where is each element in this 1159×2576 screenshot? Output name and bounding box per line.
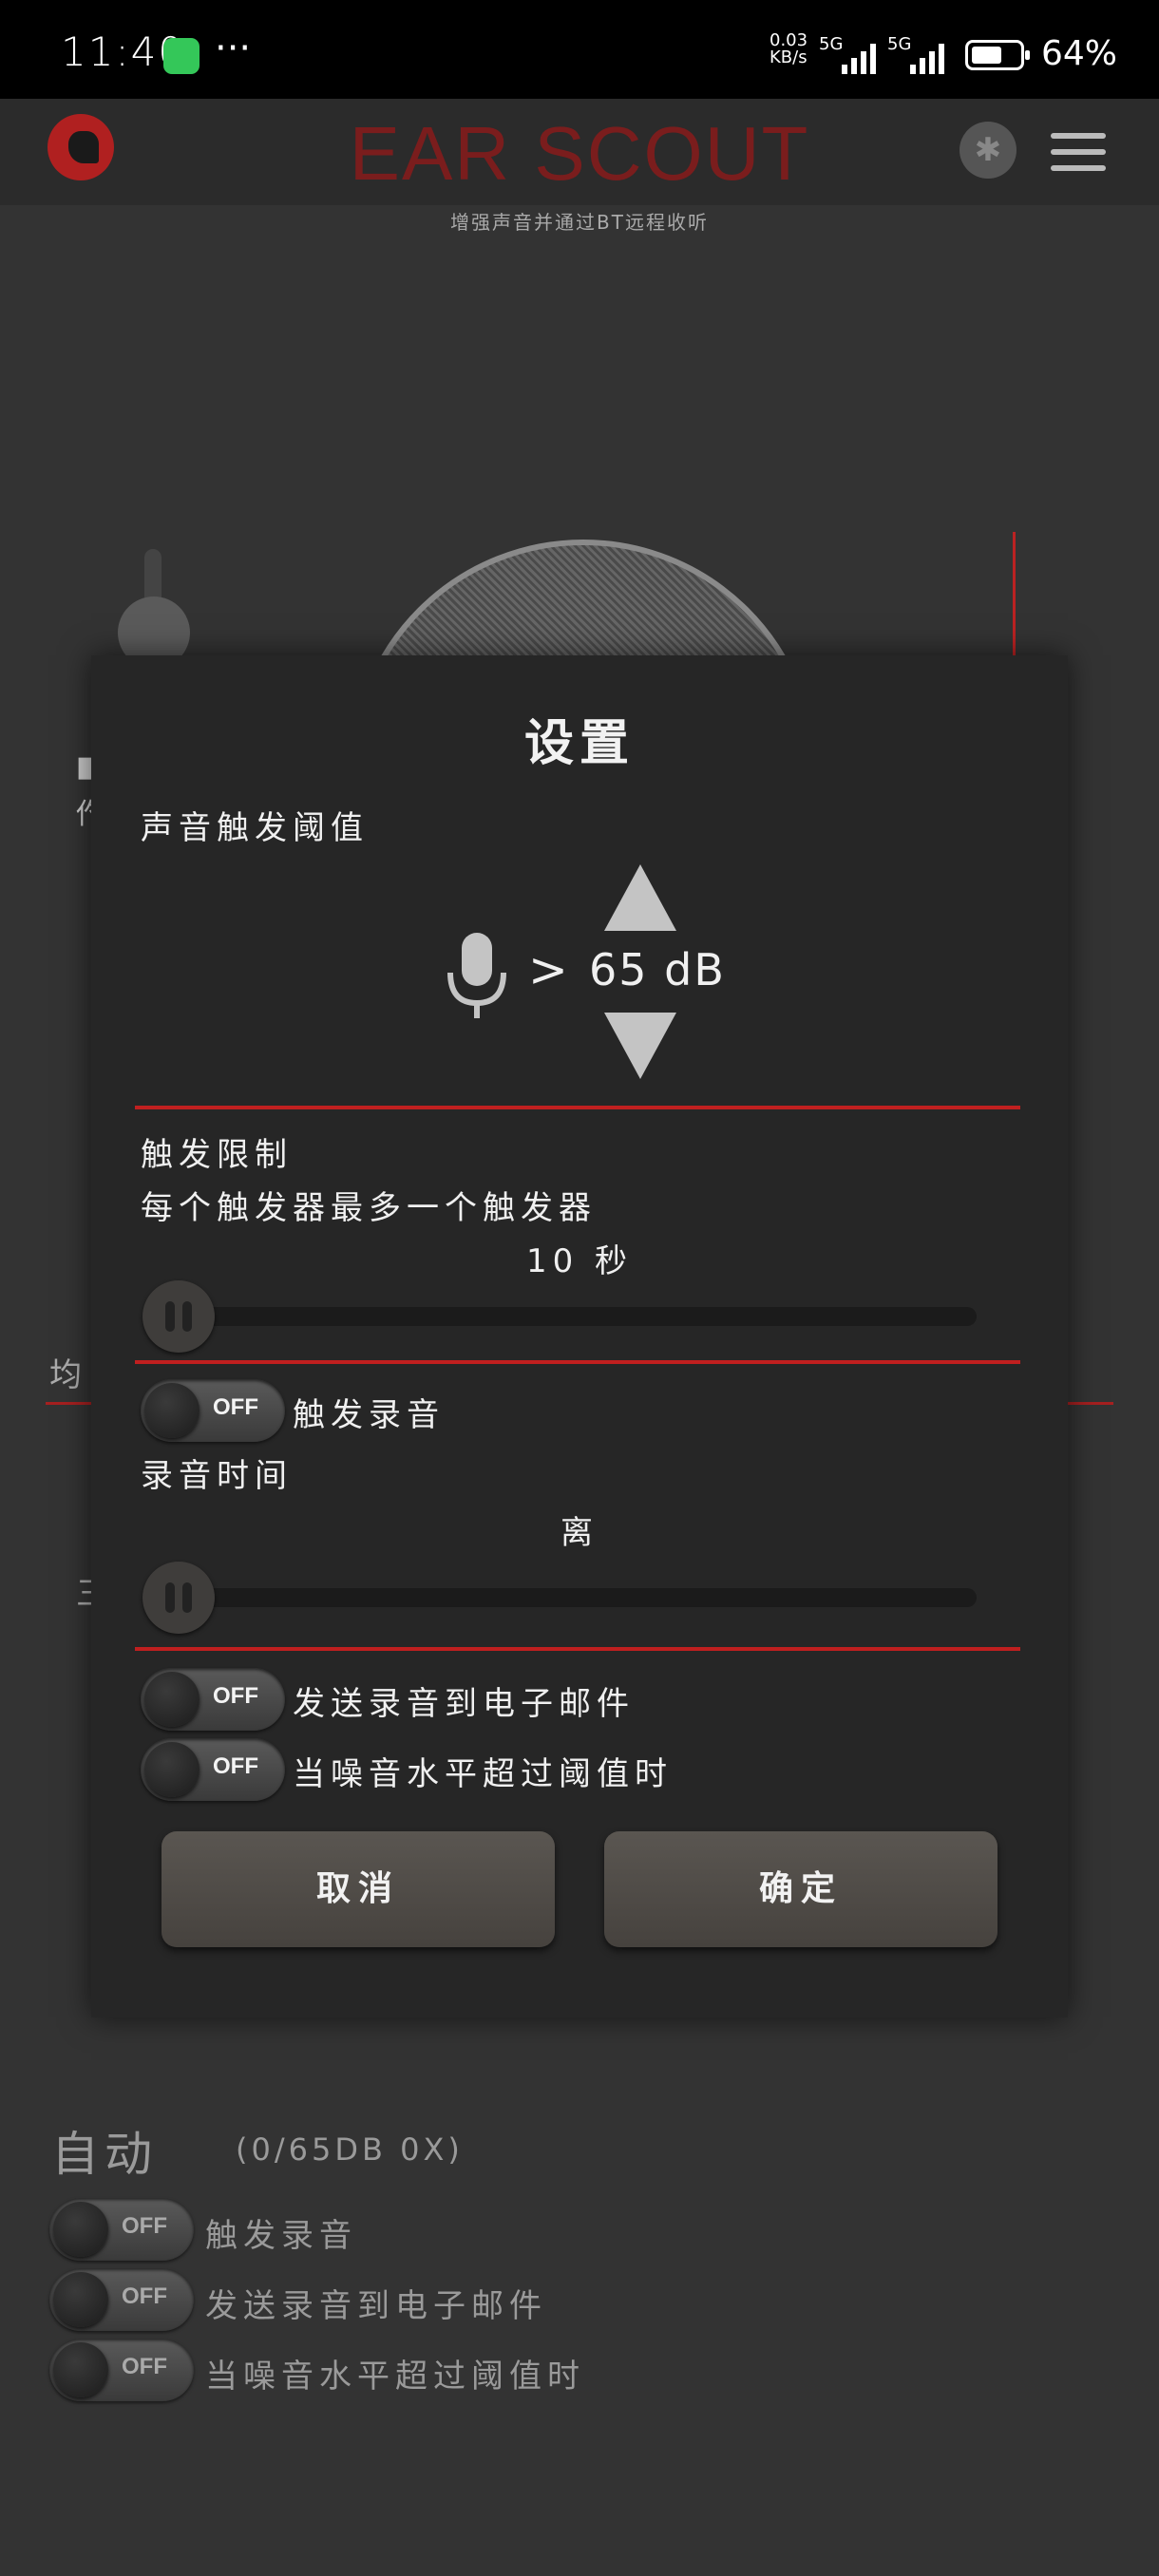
auto-email-label: 发送录音到电子邮件 <box>205 2287 547 2325</box>
trigger-limit-slider[interactable] <box>142 1280 977 1353</box>
trigger-limit-value: 10 秒 <box>525 1242 634 1280</box>
auto-record-toggle[interactable]: OFF <box>49 2198 194 2261</box>
settings-dialog: 设置 声音触发阈值 > 65 dB 触发限制 每个触发器最多一个触发器 10 秒… <box>91 655 1068 2017</box>
signal-icon <box>842 40 884 74</box>
record-time-value: 离 <box>560 1514 598 1552</box>
email-label: 发送录音到电子邮件 <box>293 1685 635 1723</box>
battery-percent: 64% <box>1041 34 1118 73</box>
microphone-icon <box>447 933 506 1018</box>
auto-email-toggle[interactable]: OFF <box>49 2268 194 2331</box>
slider-thumb[interactable] <box>142 1280 215 1353</box>
threshold-db-value: 65 dB <box>589 944 726 995</box>
app-subtitle: 增强声音并通过BT远程收听 <box>450 211 709 234</box>
dialog-divider <box>135 1647 1020 1651</box>
equalizer-label: 均 <box>49 1356 82 1394</box>
auto-record-label: 触发录音 <box>205 2217 357 2255</box>
decrease-threshold-button[interactable] <box>604 1013 676 1079</box>
trigger-limit-label: 触发限制 <box>141 1136 293 1174</box>
green-app-icon <box>163 38 200 74</box>
more-notifications-icon: ··· <box>215 27 252 70</box>
cancel-button[interactable]: 取消 <box>162 1831 555 1947</box>
auto-noise-toggle[interactable]: OFF <box>49 2339 194 2401</box>
auto-section-title: 自动 <box>51 2127 158 2182</box>
sim2-network-type: 5G <box>887 34 912 54</box>
dialog-title: 设置 <box>523 715 635 772</box>
sim1-network-type: 5G <box>819 34 844 54</box>
email-toggle[interactable]: OFF <box>141 1668 285 1731</box>
noise-toggle[interactable]: OFF <box>141 1738 285 1801</box>
level-marker <box>1013 532 1016 655</box>
record-toggle[interactable]: OFF <box>141 1379 285 1442</box>
battery-icon <box>965 40 1030 70</box>
greater-than-sign: > <box>528 942 568 997</box>
threshold-label: 声音触发阈值 <box>141 809 369 847</box>
confirm-button[interactable]: 确定 <box>604 1831 998 1947</box>
dialog-divider <box>135 1360 1020 1364</box>
record-label: 触发录音 <box>293 1396 445 1434</box>
menu-icon[interactable] <box>1051 133 1106 171</box>
auto-section-stats: (0/65DB 0X) <box>236 2131 464 2168</box>
record-time-label: 录音时间 <box>141 1457 293 1495</box>
signal-icon <box>910 40 952 74</box>
slider-thumb[interactable] <box>142 1562 215 1634</box>
network-speed: 0.03 KB/s <box>770 30 808 67</box>
increase-threshold-button[interactable] <box>604 864 676 931</box>
record-time-slider[interactable] <box>142 1562 977 1634</box>
dialog-divider <box>135 1106 1020 1109</box>
auto-noise-label: 当噪音水平超过阈值时 <box>205 2358 585 2396</box>
bluetooth-icon[interactable]: ✱ <box>960 122 1016 179</box>
noise-label: 当噪音水平超过阈值时 <box>293 1755 673 1793</box>
trigger-limit-description: 每个触发器最多一个触发器 <box>141 1189 597 1227</box>
status-bar: 11:40 ··· 0.03 KB/s 5G 5G 64% <box>0 0 1159 99</box>
